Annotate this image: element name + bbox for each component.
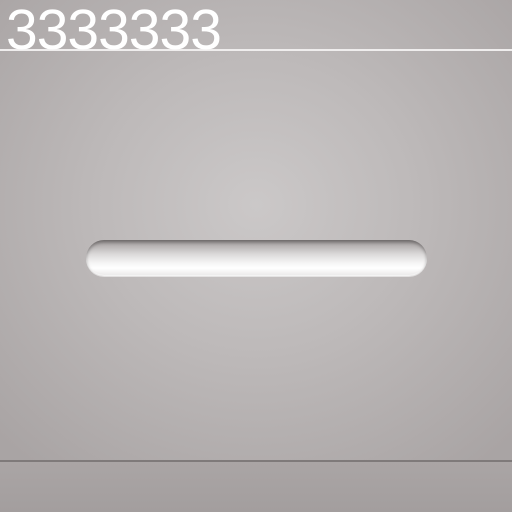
bottom-bar [0,462,512,512]
display-value: 3333333 [6,0,222,62]
slot-button[interactable] [86,240,427,276]
